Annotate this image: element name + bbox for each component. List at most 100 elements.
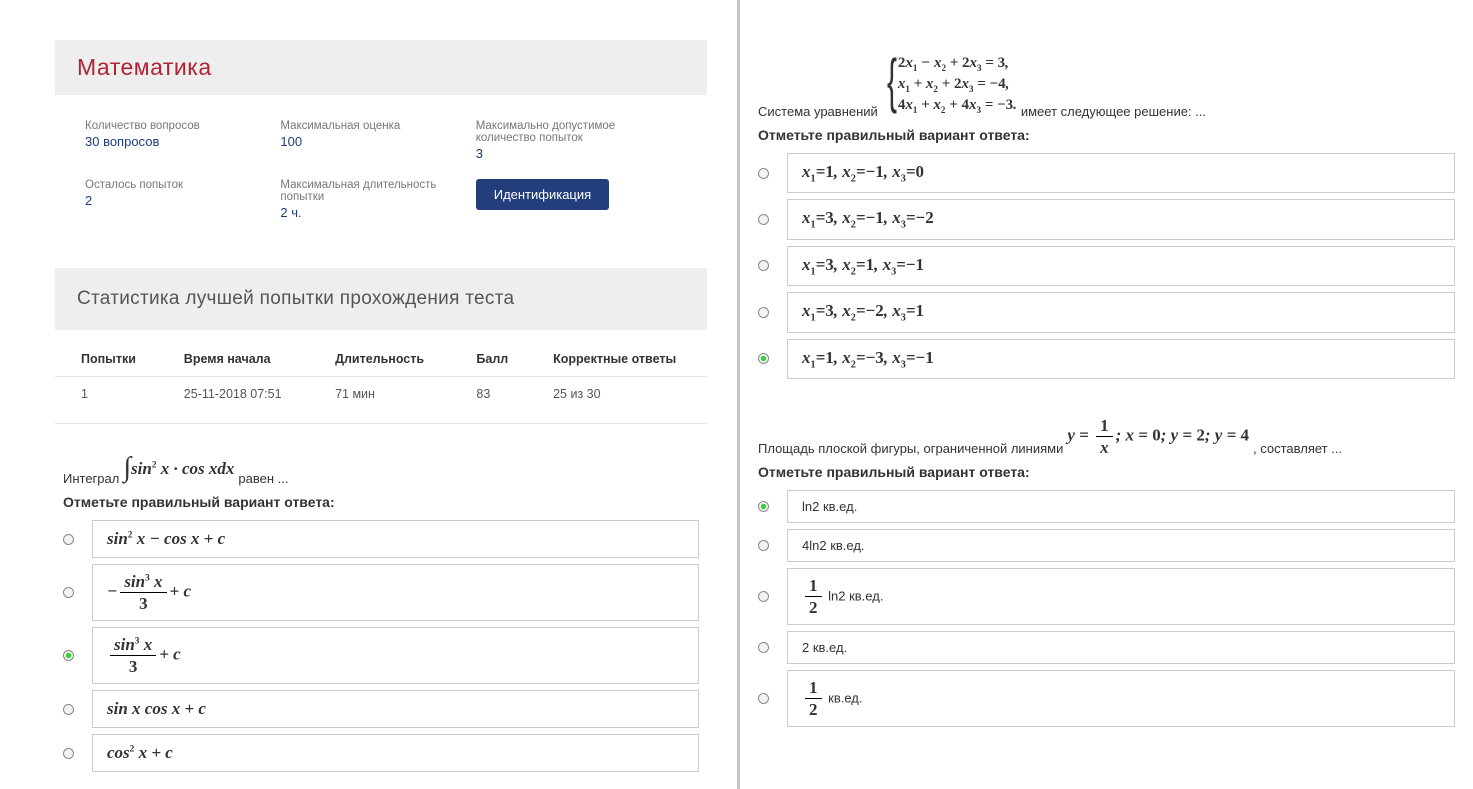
info-label: Максимальная длительность попытки [280,179,465,203]
td-correct: 25 из 30 [527,377,707,424]
info-label: Осталось попыток [85,179,270,191]
info-label: Максимальная оценка [280,120,465,132]
question-prompt: Интеграл ∫sin2 x · cos xdx равен ... [63,454,699,486]
right-pane: Система уравнений { 2x1 − x2 + 2x3 = 3, … [740,0,1473,789]
radio-icon[interactable] [758,501,769,512]
stats-table: Попытки Время начала Длительность Балл К… [55,334,707,424]
identify-button[interactable]: Идентификация [476,179,609,210]
option-5[interactable]: x1=1, x2=−3, x3=−1 [758,339,1455,379]
radio-icon[interactable] [758,168,769,179]
option-formula: cos2 x + c [92,734,699,772]
test-info-card: Количество вопросов 30 вопросов Максимал… [55,98,707,264]
question-area: Площадь плоской фигуры, ограниченной лин… [750,417,1463,727]
radio-icon[interactable] [758,693,769,704]
option-formula: x1=1, x2=−3, x3=−1 [787,339,1455,379]
radio-icon[interactable] [758,591,769,602]
radio-icon[interactable] [758,307,769,318]
prompt-prefix: Интеграл [63,471,119,486]
question-system: Система уравнений { 2x1 − x2 + 2x3 = 3, … [750,50,1463,379]
radio-icon[interactable] [758,260,769,271]
option-3[interactable]: sin3 x3+ c [63,627,699,684]
info-maxscore: Максимальная оценка 100 [280,120,475,161]
radio-icon[interactable] [758,642,769,653]
th-start: Время начала [158,334,309,377]
prompt-suffix: , составляет ... [1253,441,1342,456]
system-expression: { 2x1 − x2 + 2x3 = 3, x1 + x2 + 2x3 = −4… [882,50,1017,119]
info-label: Максимально допустимое количество попыто… [476,120,661,144]
td-score: 83 [450,377,527,424]
table-row: 1 25-11-2018 07:51 71 мин 83 25 из 30 [55,377,707,424]
page-title-bar: Математика [55,40,707,95]
option-text: 2 кв.ед. [787,631,1455,664]
option-3[interactable]: 12 ln2 кв.ед. [758,568,1455,625]
option-formula: sin3 x3+ c [92,627,699,684]
prompt-suffix: равен ... [238,471,288,486]
question-prompt: Система уравнений { 2x1 − x2 + 2x3 = 3, … [758,50,1455,119]
info-value: 2 [85,193,270,208]
option-formula: x1=1, x2=−1, x3=0 [787,153,1455,193]
option-2[interactable]: −sin3 x3+ c [63,564,699,621]
table-header-row: Попытки Время начала Длительность Балл К… [55,334,707,377]
prompt-suffix: имеет следующее решение: ... [1021,104,1206,119]
stats-title-bar: Статистика лучшей попытки прохождения те… [55,268,707,330]
unit-text: ln2 кв.ед. [828,588,883,603]
radio-icon[interactable] [758,214,769,225]
option-formula: x1=3, x2=1, x3=−1 [787,246,1455,286]
prompt-prefix: Система уравнений [758,104,878,119]
th-duration: Длительность [309,334,450,377]
option-formula: −sin3 x3+ c [92,564,699,621]
option-1[interactable]: ln2 кв.ед. [758,490,1455,523]
question-instruction: Отметьте правильный вариант ответа: [758,127,1455,143]
option-text: 12 кв.ед. [787,670,1455,727]
option-text: 4ln2 кв.ед. [787,529,1455,562]
info-value: 2 ч. [280,205,465,220]
prompt-prefix: Площадь плоской фигуры, ограниченной лин… [758,441,1063,456]
radio-icon[interactable] [63,587,74,598]
question-instruction: Отметьте правильный вариант ответа: [63,494,699,510]
question-instruction: Отметьте правильный вариант ответа: [758,464,1455,480]
stats-title: Статистика лучшей попытки прохождения те… [77,288,685,310]
radio-icon[interactable] [758,540,769,551]
radio-icon[interactable] [63,704,74,715]
info-label: Количество вопросов [85,120,270,132]
td-duration: 71 мин [309,377,450,424]
option-4[interactable]: 2 кв.ед. [758,631,1455,664]
option-2[interactable]: x1=3, x2=−1, x3=−2 [758,199,1455,239]
left-pane: Математика Количество вопросов 30 вопрос… [0,0,740,789]
info-identify: Идентификация [476,179,671,220]
th-score: Балл [450,334,527,377]
info-maxattempts: Максимально допустимое количество попыто… [476,120,671,161]
option-4[interactable]: sin x cos x + c [63,690,699,728]
radio-icon[interactable] [758,353,769,364]
option-formula: sin2 x − cos x + c [92,520,699,558]
td-attempt: 1 [55,377,158,424]
option-4[interactable]: x1=3, x2=−2, x3=1 [758,292,1455,332]
unit-text: кв.ед. [828,690,862,705]
option-text: 12 ln2 кв.ед. [787,568,1455,625]
info-attemptsleft: Осталось попыток 2 [85,179,280,220]
lines-expression: y = 1x; x = 0; y = 2; y = 4 [1067,417,1249,456]
info-questions: Количество вопросов 30 вопросов [85,120,280,161]
info-value: 100 [280,134,465,149]
integral-expression: ∫sin2 x · cos xdx [123,454,234,486]
info-value: 30 вопросов [85,134,270,149]
option-5[interactable]: cos2 x + c [63,734,699,772]
option-text: ln2 кв.ед. [787,490,1455,523]
option-1[interactable]: sin2 x − cos x + c [63,520,699,558]
option-5[interactable]: 12 кв.ед. [758,670,1455,727]
option-formula: x1=3, x2=−2, x3=1 [787,292,1455,332]
td-start: 25-11-2018 07:51 [158,377,309,424]
option-formula: x1=3, x2=−1, x3=−2 [787,199,1455,239]
radio-icon[interactable] [63,748,74,759]
radio-icon[interactable] [63,650,74,661]
option-1[interactable]: x1=1, x2=−1, x3=0 [758,153,1455,193]
radio-icon[interactable] [63,534,74,545]
th-correct: Корректные ответы [527,334,707,377]
page-title: Математика [77,54,685,81]
option-2[interactable]: 4ln2 кв.ед. [758,529,1455,562]
option-formula: sin x cos x + c [92,690,699,728]
question-prompt: Площадь плоской фигуры, ограниченной лин… [758,417,1455,456]
question-integral: Интеграл ∫sin2 x · cos xdx равен ... Отм… [55,454,707,772]
info-value: 3 [476,146,661,161]
option-3[interactable]: x1=3, x2=1, x3=−1 [758,246,1455,286]
